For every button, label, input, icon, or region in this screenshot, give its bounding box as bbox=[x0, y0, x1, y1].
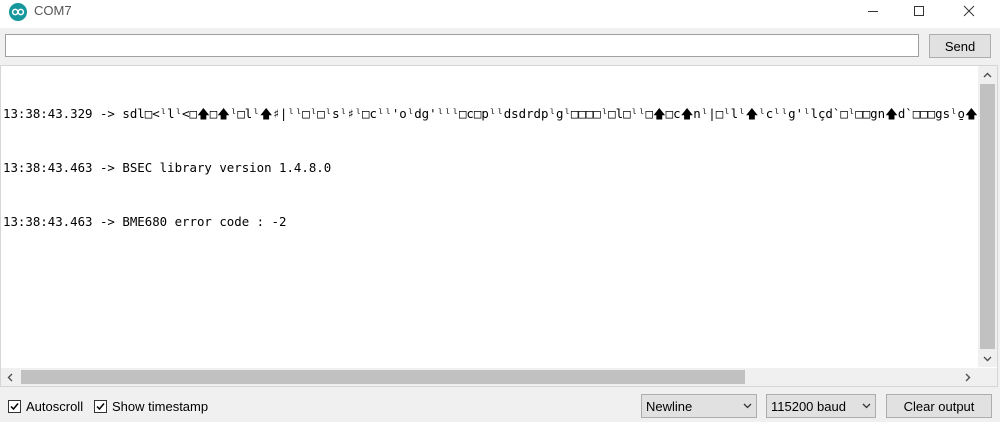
chevron-right-icon bbox=[965, 373, 971, 381]
checkmark-icon bbox=[96, 402, 105, 410]
scrollbar-corner bbox=[978, 368, 997, 386]
baud-rate-value: 115200 baud bbox=[771, 398, 846, 414]
output-line: 13:38:43.463 -> BME680 error code : -2 bbox=[3, 214, 287, 229]
vertical-scroll-thumb[interactable] bbox=[980, 84, 995, 349]
vertical-scrollbar[interactable] bbox=[978, 66, 997, 367]
maximize-button[interactable] bbox=[896, 0, 942, 22]
line-ending-select[interactable]: Newline bbox=[641, 394, 757, 418]
checkmark-icon bbox=[10, 402, 19, 410]
window-title: COM7 bbox=[34, 3, 72, 18]
chevron-up-icon bbox=[983, 72, 992, 77]
horizontal-scrollbar[interactable] bbox=[1, 368, 978, 386]
serial-output-text[interactable]: 13:38:43.329 -> sdl□<ˡlˡ<□🡅□🡅ˡ□lˡ🡅♯|ˡˡ□ˡ… bbox=[3, 69, 978, 369]
title-bar: COM7 bbox=[0, 0, 1000, 28]
scroll-left-button[interactable] bbox=[1, 368, 19, 386]
chevron-down-icon bbox=[738, 403, 756, 409]
show-timestamp-checkbox[interactable] bbox=[94, 399, 107, 413]
baud-rate-select[interactable]: 115200 baud bbox=[766, 394, 876, 418]
output-line: 13:38:43.463 -> BSEC library version 1.4… bbox=[3, 160, 332, 175]
chevron-left-icon bbox=[7, 373, 13, 381]
output-line: 13:38:43.329 -> sdl□<ˡlˡ<□🡅□🡅ˡ□lˡ🡅♯|ˡˡ□ˡ… bbox=[3, 106, 978, 121]
send-button[interactable]: Send bbox=[929, 34, 991, 58]
maximize-icon bbox=[914, 6, 924, 16]
serial-send-input[interactable] bbox=[5, 34, 919, 57]
show-timestamp-label: Show timestamp bbox=[112, 398, 209, 414]
line-ending-value: Newline bbox=[646, 398, 693, 414]
autoscroll-label: Autoscroll bbox=[26, 398, 84, 414]
horizontal-scroll-thumb[interactable] bbox=[21, 370, 745, 384]
show-timestamp-toggle[interactable]: Show timestamp bbox=[94, 397, 208, 415]
close-button[interactable] bbox=[946, 0, 992, 22]
scroll-right-button[interactable] bbox=[959, 368, 977, 386]
chevron-down-icon bbox=[983, 356, 992, 361]
clear-output-button[interactable]: Clear output bbox=[886, 394, 992, 418]
minimize-button[interactable] bbox=[850, 0, 896, 22]
scroll-up-button[interactable] bbox=[978, 66, 997, 83]
serial-output-panel: 13:38:43.329 -> sdl□<ˡlˡ<□🡅□🡅ˡ□lˡ🡅♯|ˡˡ□ˡ… bbox=[0, 65, 998, 387]
autoscroll-checkbox[interactable] bbox=[8, 399, 21, 413]
close-icon bbox=[963, 5, 975, 17]
chevron-down-icon bbox=[857, 403, 875, 409]
arduino-logo-icon bbox=[9, 3, 27, 21]
autoscroll-toggle[interactable]: Autoscroll bbox=[8, 397, 83, 415]
minimize-icon bbox=[868, 11, 878, 12]
scroll-down-button[interactable] bbox=[978, 350, 997, 367]
